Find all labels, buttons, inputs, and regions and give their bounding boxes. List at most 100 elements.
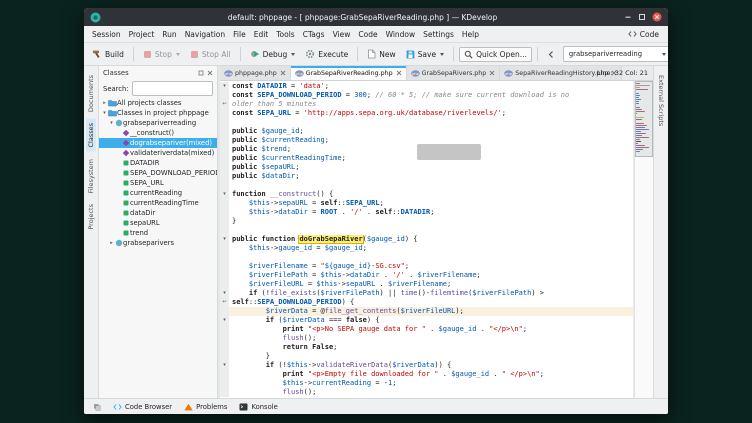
gutter-fold-icon[interactable]: ▾ <box>220 316 229 325</box>
code-browser-statusbar-button[interactable]: Code Browser <box>109 402 176 412</box>
tree-expander-icon[interactable]: ▸ <box>108 240 115 246</box>
gutter-fold-icon[interactable] <box>220 334 229 343</box>
tree-expander-icon[interactable]: ▸ <box>101 100 108 106</box>
tree-item-currentreadingtime[interactable]: currentReadingTime <box>99 198 217 208</box>
gutter-fold-icon[interactable]: ▾ <box>220 235 229 244</box>
tree-item-grabsepariverreading[interactable]: ▾grabsepariverreading <box>99 118 217 128</box>
tab-close-icon[interactable] <box>280 70 286 76</box>
classes-search-input[interactable] <box>132 81 213 96</box>
gutter-fold-icon[interactable]: ▾ <box>220 82 229 91</box>
tree-item-dograbsepariver-mixed[interactable]: dograbsepariver(mixed) <box>99 138 217 148</box>
menu-ctags[interactable]: CTags <box>299 28 329 41</box>
gutter-fold-icon[interactable] <box>220 226 229 235</box>
menu-settings[interactable]: Settings <box>419 28 458 41</box>
menu-code[interactable]: Code <box>354 28 381 41</box>
tree-item-sepa-url[interactable]: SEPA_URL <box>99 178 217 188</box>
panel-float-icon[interactable] <box>198 70 204 76</box>
build-button[interactable]: Build <box>88 47 128 61</box>
gutter-fold-icon[interactable] <box>220 370 229 379</box>
menu-session[interactable]: Session <box>88 28 125 41</box>
menu-navigation[interactable]: Navigation <box>181 28 229 41</box>
gutter-fold-icon[interactable] <box>220 163 229 172</box>
menu-window[interactable]: Window <box>382 28 420 41</box>
toolbar-search-input[interactable] <box>567 49 659 59</box>
save-button[interactable]: Save <box>402 48 448 61</box>
dropdown-caret-icon[interactable] <box>440 53 444 56</box>
tree-item-validateriverdata-mixed[interactable]: validateriverdata(mixed) <box>99 148 217 158</box>
gutter-fold-icon[interactable] <box>220 352 229 361</box>
menu-file[interactable]: File <box>229 28 250 41</box>
minimize-button[interactable] <box>624 13 632 21</box>
sidebar-tab-filesystem[interactable]: Filesystem <box>86 155 96 197</box>
dropdown-caret-icon[interactable] <box>291 53 295 56</box>
gutter-fold-icon[interactable] <box>220 379 229 388</box>
dropdown-caret-icon[interactable] <box>176 53 180 56</box>
gutter-fold-icon[interactable] <box>220 154 229 163</box>
konsole-statusbar-button[interactable]: Konsole <box>235 402 281 412</box>
tab-close-icon[interactable] <box>489 70 495 76</box>
menu-tools[interactable]: Tools <box>272 28 298 41</box>
tab-phppage-php[interactable]: phpphppage.php <box>220 66 291 80</box>
gutter-fold-icon[interactable] <box>220 136 229 145</box>
tree-item-classes-in-project-phppage[interactable]: ▾Classes in project phppage <box>99 108 217 118</box>
tree-item-datadir[interactable]: DATADIR <box>99 158 217 168</box>
gutter-fold-icon[interactable] <box>220 325 229 334</box>
tree-expander-icon[interactable]: ▾ <box>108 120 115 126</box>
menu-edit[interactable]: Edit <box>250 28 273 41</box>
new-button[interactable]: New <box>363 47 399 61</box>
gutter-fold-icon[interactable] <box>220 118 229 127</box>
chevleft-button[interactable] <box>543 48 559 61</box>
gutter-fold-icon[interactable] <box>220 109 229 118</box>
gutter-fold-icon[interactable] <box>220 208 229 217</box>
gutter-fold-icon[interactable]: ▾ <box>220 361 229 370</box>
gutter-fold-icon[interactable]: ↩ <box>220 100 229 109</box>
close-button[interactable] <box>652 12 662 22</box>
maximize-button[interactable] <box>638 13 646 21</box>
scrollbar-minimap[interactable] <box>634 81 653 398</box>
code-menu-button[interactable]: Code <box>623 29 664 40</box>
gutter-fold-icon[interactable] <box>220 199 229 208</box>
tree-item-sepa-download-period[interactable]: SEPA_DOWNLOAD_PERIOD <box>99 168 217 178</box>
tree-item-currentreading[interactable]: currentReading <box>99 188 217 198</box>
menu-view[interactable]: View <box>329 28 355 41</box>
tree-item-trend[interactable]: trend <box>99 228 217 238</box>
panel-close-icon[interactable] <box>207 70 213 76</box>
sidebar-tab-classes[interactable]: Classes <box>86 119 96 152</box>
tree-expander-icon[interactable]: ▾ <box>101 110 108 116</box>
tab-grabsepariverreading-php[interactable]: phpGrabSepaRiverReading.php <box>291 66 407 80</box>
menu-project[interactable]: Project <box>125 28 159 41</box>
gutter-fold-icon[interactable] <box>220 145 229 154</box>
gutter-fold-icon[interactable] <box>220 253 229 262</box>
execute-button[interactable]: Execute <box>301 47 352 61</box>
gutter-fold-icon[interactable] <box>220 244 229 253</box>
layers-statusbar-button[interactable] <box>89 402 105 412</box>
tab-close-icon[interactable] <box>396 70 402 76</box>
gutter-fold-icon[interactable]: ↩ <box>220 298 229 307</box>
tree-item-construct[interactable]: __construct() <box>99 128 217 138</box>
gutter-fold-icon[interactable] <box>220 181 229 190</box>
chevron-down-icon[interactable] <box>662 53 666 56</box>
menu-help[interactable]: Help <box>458 28 483 41</box>
gutter-fold-icon[interactable] <box>220 91 229 100</box>
minimap-view-rect[interactable] <box>635 81 653 157</box>
gutter-fold-icon[interactable] <box>220 271 229 280</box>
sidebar-tab-documents[interactable]: Documents <box>86 71 96 116</box>
tree-item-grabseparivers[interactable]: ▸grabseparivers <box>99 238 217 248</box>
gutter-fold-icon[interactable] <box>220 172 229 181</box>
tree-item-sepaurl[interactable]: sepaURL <box>99 218 217 228</box>
debug-button[interactable]: Debug <box>246 47 300 61</box>
gutter-fold-icon[interactable] <box>220 343 229 352</box>
tree-item-datadir[interactable]: dataDir <box>99 208 217 218</box>
code-editor[interactable]: ▾const DATADIR = 'data';const SEPA_DOWNL… <box>220 81 634 398</box>
gutter-fold-icon[interactable] <box>220 262 229 271</box>
tab-grabseparivers-php[interactable]: phpGrabSepaRivers.php <box>407 66 501 80</box>
gutter-fold-icon[interactable] <box>220 127 229 136</box>
tab-external-scripts[interactable]: External Scripts <box>656 71 666 130</box>
gutter-fold-icon[interactable]: ▾ <box>220 190 229 199</box>
gutter-fold-icon[interactable] <box>220 217 229 226</box>
gutter-fold-icon[interactable] <box>220 280 229 289</box>
problems-statusbar-button[interactable]: Problems <box>180 402 231 412</box>
quick-open-button[interactable]: Quick Open... <box>459 47 532 62</box>
gutter-fold-icon[interactable] <box>220 307 229 316</box>
tree-item-all-projects-classes[interactable]: ▸All projects classes <box>99 98 217 108</box>
